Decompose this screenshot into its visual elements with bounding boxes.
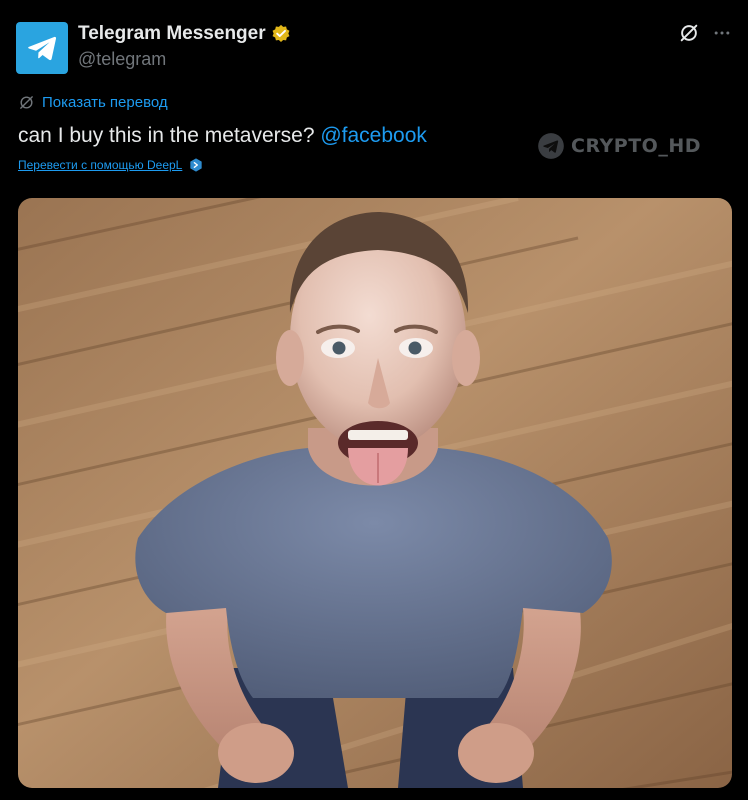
telegram-paper-plane-icon [28, 36, 57, 61]
verified-badge-icon [272, 24, 290, 42]
deepl-icon [190, 158, 203, 172]
show-translation-label: Показать перевод [42, 94, 168, 111]
watermark: CRYPTO_HD [537, 132, 701, 160]
deepl-translate-link[interactable]: Перевести с помощью DeepL [18, 158, 182, 172]
top-actions [678, 22, 732, 44]
telegram-watermark-icon [538, 133, 564, 159]
display-name[interactable]: Telegram Messenger [78, 22, 266, 46]
translate-icon [20, 96, 33, 109]
tweet: Telegram Messenger @telegram Показать пе… [0, 0, 748, 800]
watermark-text: CRYPTO_HD [571, 135, 702, 157]
handle[interactable]: @telegram [78, 46, 291, 72]
avatar[interactable] [16, 22, 68, 74]
grok-icon[interactable] [678, 22, 700, 44]
deepl-translate: Перевести с помощью DeepL [18, 157, 204, 173]
more-dots-icon[interactable] [712, 23, 732, 43]
show-translation-link[interactable]: Показать перевод [18, 94, 168, 111]
tweet-text-main: can I buy this in the metaverse? [18, 124, 321, 147]
tweet-text: can I buy this in the metaverse? @facebo… [18, 122, 427, 150]
mention-link[interactable]: @facebook [320, 124, 427, 147]
author-info: Telegram Messenger @telegram [78, 22, 291, 72]
tweet-media-image[interactable] [18, 198, 732, 788]
